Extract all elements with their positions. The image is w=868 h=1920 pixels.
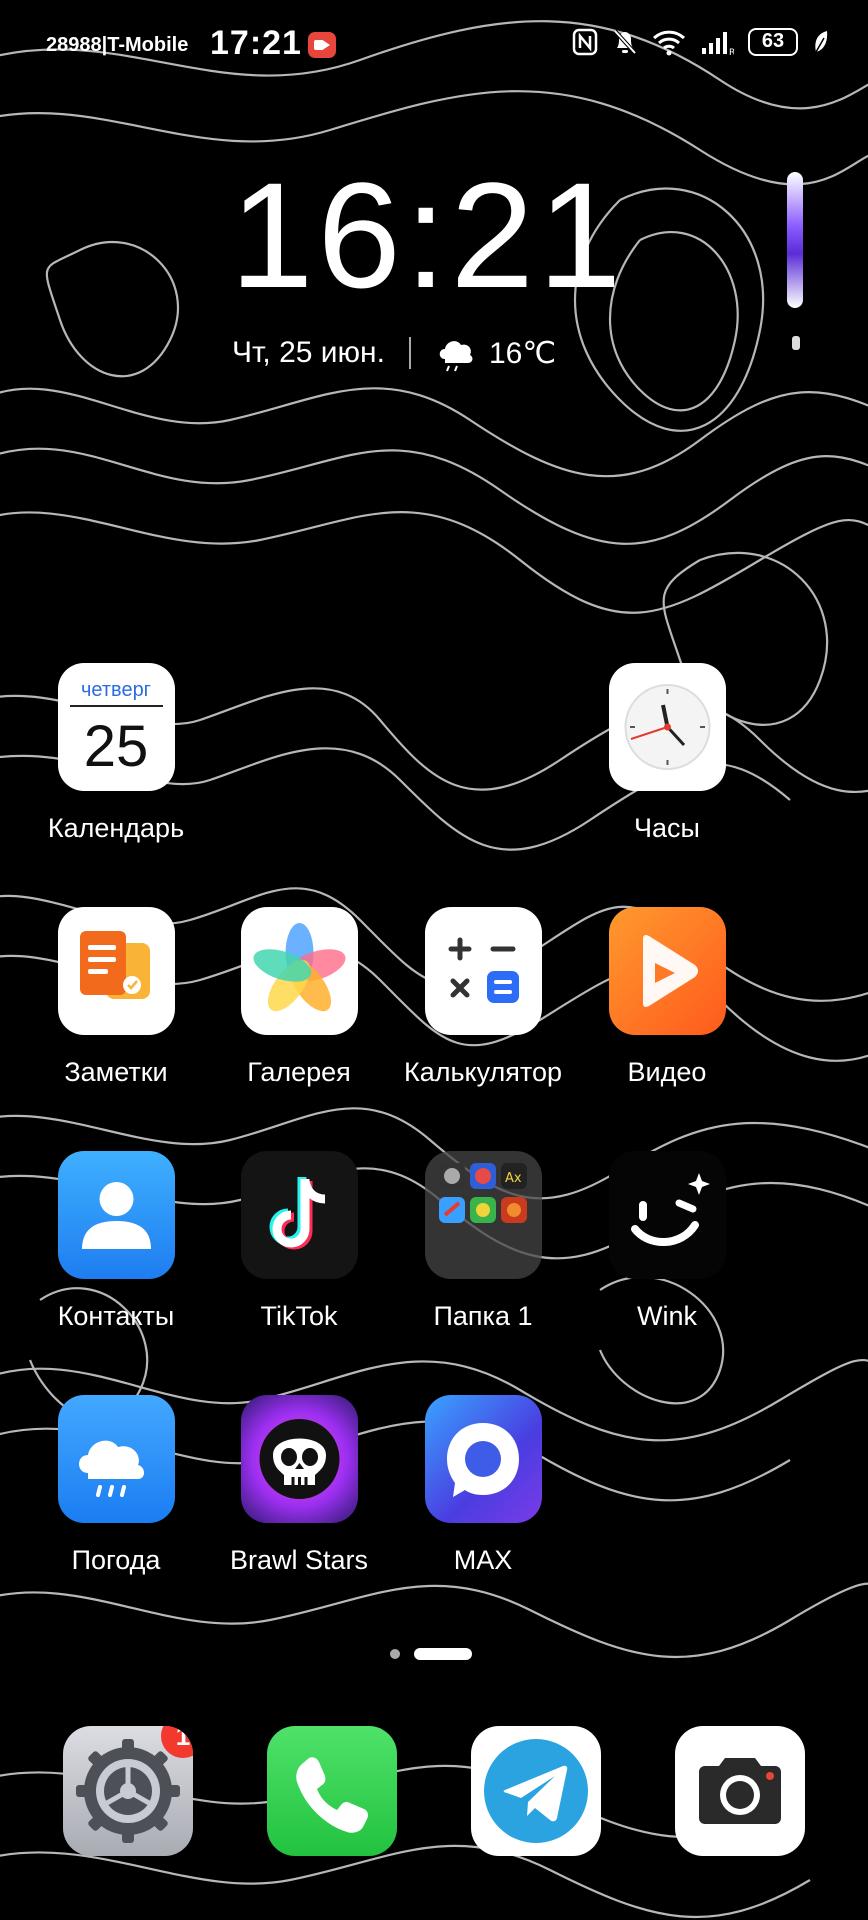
folder-icon: Ax [424,1151,542,1279]
dock-camera[interactable] [666,1726,814,1856]
app-label: Погода [71,1545,161,1575]
app-wink[interactable]: Wink [575,1151,759,1332]
wink-icon [608,1151,726,1279]
calendar-icon: четверг 25 [57,663,175,791]
app-contacts[interactable]: Контакты [24,1151,208,1332]
app-label: TikTok [260,1301,338,1331]
telegram-icon [471,1726,601,1856]
app-max[interactable]: MAX [391,1395,575,1576]
app-video[interactable]: Видео [575,907,759,1088]
app-label: Brawl Stars [229,1545,369,1575]
app-label: MAX [453,1545,513,1575]
battery-icon: 63 [748,28,798,56]
phone-icon [267,1726,397,1856]
app-label: Галерея [247,1057,351,1087]
wifi-icon [652,30,686,56]
app-label: Календарь [47,813,185,843]
app-notes[interactable]: Заметки [24,907,208,1088]
divider [408,337,411,369]
side-widget-bar[interactable] [787,172,803,308]
app-label: Контакты [57,1301,175,1331]
calendar-day: 25 [83,714,149,779]
status-bar: 28988|T-Mobile 17:21 R 63 [0,22,868,66]
app-label: Часы [634,813,700,843]
app-gallery[interactable]: Галерея [207,907,391,1088]
camera-icon [675,1726,805,1856]
app-calculator[interactable]: Калькулятор [391,907,575,1088]
svg-text:R: R [729,48,734,56]
app-tiktok[interactable]: TikTok [207,1151,391,1332]
dock-telegram[interactable] [462,1726,610,1856]
brawl-stars-icon [240,1395,358,1523]
svg-text:Ax: Ax [505,1171,522,1186]
app-label: Видео [627,1057,707,1087]
app-calendar[interactable]: четверг 25 Календарь [24,663,208,844]
calendar-weekday: четверг [81,679,151,701]
app-label: Папка 1 [433,1301,533,1331]
max-icon [424,1395,542,1523]
status-time: 17:21 [210,24,302,62]
page-dot[interactable] [390,1649,400,1659]
signal-icon: R [702,32,734,56]
carrier-label: 28988|T-Mobile [46,34,189,56]
cloud-rain-icon [439,341,473,372]
page-dot-active[interactable] [414,1648,472,1660]
clock-widget-date-row[interactable]: Чт, 25 июн. 16℃ [232,333,556,373]
notes-icon [57,907,175,1035]
app-label: Калькулятор [403,1057,563,1087]
side-widget-indicator [792,336,800,350]
app-brawl-stars[interactable]: Brawl Stars [207,1395,391,1576]
contacts-icon [57,1151,175,1279]
calendar-rule [69,705,163,707]
mute-icon [613,29,637,55]
screen-record-icon [308,32,336,58]
nfc-icon [572,28,598,56]
calculator-icon [424,907,542,1035]
app-clock[interactable]: Часы [575,663,759,844]
app-folder[interactable]: Ax Папка 1 [391,1151,575,1332]
app-label: Заметки [64,1057,168,1087]
video-icon [608,907,726,1035]
clock-icon [608,663,726,791]
leaf-icon [815,31,828,53]
gallery-icon [240,907,358,1035]
dock-settings[interactable]: 1 [54,1726,202,1856]
clock-widget-temperature: 16℃ [488,336,557,370]
tiktok-icon [240,1151,358,1279]
weather-app-icon [57,1395,175,1523]
dock-phone[interactable] [258,1726,406,1856]
gear-icon: 1 [63,1726,193,1856]
clock-widget-date: Чт, 25 июн. [232,336,385,369]
app-label: Wink [637,1301,697,1331]
clock-widget-time[interactable]: 16:21 [230,160,625,310]
page-indicator[interactable] [390,1648,472,1660]
app-weather[interactable]: Погода [24,1395,208,1576]
